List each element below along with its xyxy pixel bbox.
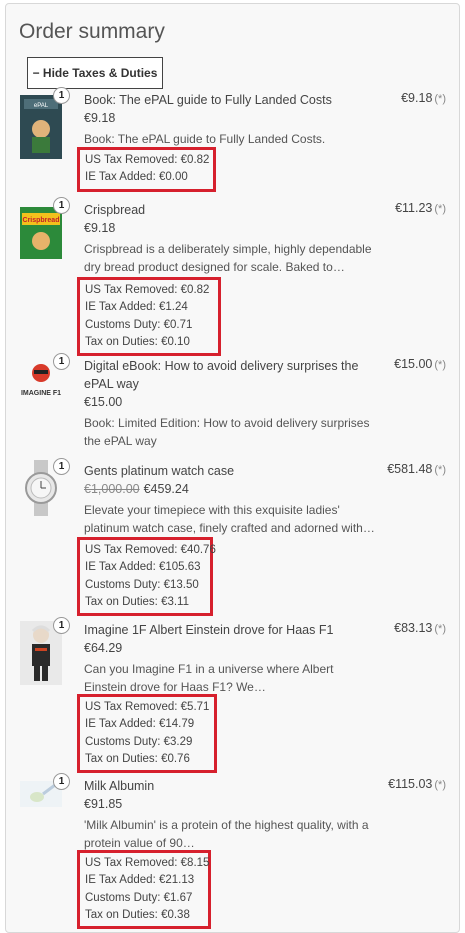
- ie-tax-added: IE Tax Added: €105.63: [85, 561, 201, 574]
- line-total-value: €9.18: [401, 91, 433, 105]
- us-tax-removed: US Tax Removed: €5.71: [85, 701, 210, 713]
- product-thumbnail: ePAL: [19, 95, 63, 159]
- line-total-value: €11.23: [395, 201, 433, 215]
- quantity-badge: 1: [53, 458, 70, 475]
- quantity-badge: 1: [53, 617, 70, 634]
- us-tax-removed: US Tax Removed: €40.76: [85, 544, 216, 556]
- product-name: Crispbread: [84, 203, 146, 217]
- product-name: Milk Albumin: [84, 779, 155, 793]
- tax-breakdown-box: US Tax Removed: €0.82 IE Tax Added: €1.2…: [77, 277, 221, 357]
- product-name: Gents platinum watch case: [84, 464, 235, 478]
- book-cover-icon: ePAL: [20, 95, 62, 159]
- unit-price: €9.18: [84, 221, 116, 235]
- us-tax-removed: US Tax Removed: €8.15: [85, 857, 210, 869]
- tax-note-marker: (*): [434, 359, 446, 371]
- tax-breakdown-box: US Tax Removed: €40.76 IE Tax Added: €10…: [77, 537, 216, 617]
- product-price: €9.18: [84, 111, 115, 125]
- product-name: Imagine 1F Albert Einstein drove for Haa…: [84, 623, 334, 637]
- tax-note-marker: (*): [434, 93, 446, 105]
- product-price: €9.18: [84, 221, 115, 235]
- quantity-badge: 1: [53, 197, 70, 214]
- hide-taxes-duties-button[interactable]: − Hide Taxes & Duties: [27, 57, 163, 89]
- tax-note-marker: (*): [434, 464, 446, 476]
- line-total: €115.03 (*): [388, 777, 446, 791]
- svg-text:Crispbread: Crispbread: [23, 217, 60, 224]
- product-price: €64.29: [84, 641, 122, 655]
- line-total: €11.23 (*): [395, 201, 446, 215]
- product-description: Book: The ePAL guide to Fully Landed Cos…: [84, 132, 326, 146]
- line-total: €83.13 (*): [394, 621, 446, 635]
- product-description: Can you Imagine F1 in a universe where A…: [84, 662, 334, 694]
- tax-note-marker: (*): [434, 779, 446, 791]
- ie-tax-added: IE Tax Added: €1.24: [85, 301, 188, 314]
- tax-on-duties: Tax on Duties: €0.76: [85, 752, 190, 765]
- product-price: €91.85: [84, 797, 122, 811]
- line-total-value: €83.13: [394, 621, 433, 635]
- ie-tax-added: IE Tax Added: €14.79: [85, 718, 195, 731]
- unit-price: €15.00: [84, 395, 123, 409]
- unit-price: €459.24: [143, 482, 189, 496]
- us-tax-removed: US Tax Removed: €0.82: [85, 154, 210, 166]
- tax-breakdown-box: US Tax Removed: €8.15 IE Tax Added: €21.…: [77, 850, 211, 930]
- order-summary-title: Order summary: [19, 20, 165, 43]
- product-description: Book: Limited Edition: How to avoid deli…: [84, 416, 370, 448]
- tax-note-marker: (*): [434, 623, 446, 635]
- product-description: Crispbread is a deliberately simple, hig…: [84, 242, 372, 274]
- line-total: €9.18 (*): [401, 91, 446, 105]
- tax-on-duties: Tax on Duties: €3.11: [85, 595, 189, 608]
- albumin-scoop-icon: [20, 781, 62, 807]
- line-total-value: €581.48: [387, 462, 433, 476]
- unit-price: €64.29: [84, 641, 123, 655]
- product-description: 'Milk Albumin' is a protein of the highe…: [84, 818, 369, 850]
- customs-duty: Customs Duty: €13.50: [85, 578, 199, 591]
- unit-price: €91.85: [84, 797, 123, 811]
- tax-on-duties: Tax on Duties: €0.10: [85, 335, 190, 348]
- svg-text:ePAL: ePAL: [34, 103, 49, 109]
- ie-tax-added: IE Tax Added: €21.13: [85, 874, 195, 887]
- ie-tax-added: IE Tax Added: €0.00: [85, 171, 188, 184]
- line-total: €581.48 (*): [387, 462, 446, 476]
- customs-duty: Customs Duty: €3.29: [85, 735, 193, 748]
- product-name: Digital eBook: How to avoid delivery sur…: [84, 359, 359, 391]
- customs-duty: Customs Duty: €0.71: [85, 318, 193, 331]
- line-total-value: €115.03: [388, 777, 433, 791]
- product-price: €15.00: [84, 395, 122, 409]
- tax-note-marker: (*): [434, 203, 446, 215]
- tax-breakdown-box: US Tax Removed: €5.71 IE Tax Added: €14.…: [77, 694, 217, 774]
- product-description: Elevate your timepiece with this exquisi…: [84, 503, 375, 535]
- product-name: Book: The ePAL guide to Fully Landed Cos…: [84, 93, 332, 107]
- product-thumbnail: [19, 761, 63, 825]
- unit-price: €9.18: [84, 111, 116, 125]
- customs-duty: Customs Duty: €1.67: [85, 891, 193, 904]
- quantity-badge: 1: [53, 87, 70, 104]
- product-price: €1,000.00 €459.24: [84, 482, 189, 496]
- quantity-badge: 1: [53, 353, 70, 370]
- thumbnail-logo-text: IMAGINE F1: [21, 390, 61, 397]
- line-total: €15.00 (*): [394, 357, 446, 371]
- line-total-value: €15.00: [394, 357, 433, 371]
- quantity-badge: 1: [53, 773, 70, 790]
- original-price: €1,000.00: [84, 482, 140, 496]
- us-tax-removed: US Tax Removed: €0.82: [85, 284, 210, 296]
- tax-breakdown-box: US Tax Removed: €0.82 IE Tax Added: €0.0…: [77, 147, 216, 192]
